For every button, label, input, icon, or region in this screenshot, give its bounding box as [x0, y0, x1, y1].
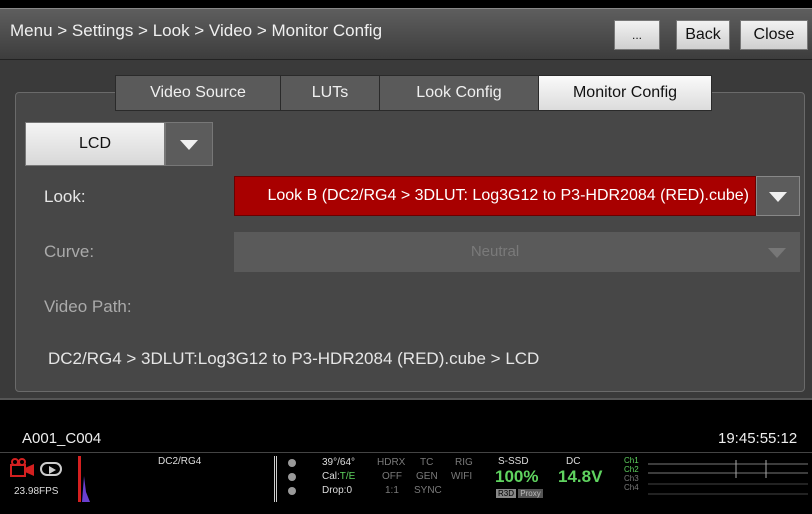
- playback-icon[interactable]: [40, 462, 62, 476]
- status-dot: [288, 487, 296, 495]
- drop-readout: Drop:0: [322, 485, 353, 496]
- tab-video-source[interactable]: Video Source: [115, 75, 281, 111]
- temp-readout: 39°/64°: [322, 457, 356, 468]
- proxy-badge: Proxy: [518, 489, 543, 498]
- status-dot: [288, 459, 296, 467]
- media-badges: R3D Proxy: [496, 489, 543, 498]
- channel-label: Ch1: [624, 456, 639, 465]
- look-label: Look:: [44, 187, 86, 206]
- divider: [274, 456, 277, 502]
- tc-label: TC: [420, 457, 434, 468]
- monitor-select[interactable]: LCD: [25, 122, 165, 166]
- audio-channels: Ch1 Ch2 Ch3 Ch4: [624, 456, 639, 492]
- cal-readout: Cal:T/E: [322, 471, 356, 482]
- divider: [0, 452, 812, 453]
- timecode: 19:45:55:12: [718, 430, 798, 447]
- tab-monitor-config[interactable]: Monitor Config: [538, 75, 712, 111]
- more-button[interactable]: ...: [614, 20, 660, 50]
- look-dropdown-button[interactable]: [756, 176, 800, 216]
- fps-readout: 23.98FPS: [14, 486, 59, 497]
- hdrx-ratio: 1:1: [385, 485, 399, 496]
- curve-select: Neutral: [234, 232, 756, 272]
- dc-value: 14.8V: [558, 467, 603, 486]
- video-path-value: DC2/RG4 > 3DLUT:Log3G12 to P3-HDR2084 (R…: [48, 349, 540, 368]
- hdrx-label: HDRX: [377, 457, 406, 468]
- close-button[interactable]: Close: [740, 20, 808, 50]
- channel-label: Ch4: [624, 483, 639, 492]
- channel-label: Ch3: [624, 474, 639, 483]
- tab-look-config[interactable]: Look Config: [379, 75, 539, 111]
- channel-label: Ch2: [624, 465, 639, 474]
- dc-label: DC: [566, 456, 581, 467]
- look-select[interactable]: Look B (DC2/RG4 > 3DLUT: Log3G12 to P3-H…: [234, 176, 756, 216]
- r3d-badge: R3D: [496, 489, 517, 498]
- back-button[interactable]: Back: [676, 20, 730, 50]
- chevron-down-icon: [769, 192, 787, 202]
- media-label: S-SSD: [498, 456, 529, 467]
- media-value: 100%: [495, 467, 539, 486]
- breadcrumb: Menu > Settings > Look > Video > Monitor…: [10, 21, 383, 40]
- sync-label: SYNC: [414, 485, 442, 496]
- hdrx-value: OFF: [382, 471, 402, 482]
- rig-label: RIG: [455, 457, 473, 468]
- wifi-label: WIFI: [451, 471, 473, 482]
- monitor-dropdown-button[interactable]: [165, 122, 213, 166]
- histogram: [76, 456, 96, 502]
- look-value: Look B (DC2/RG4 > 3DLUT: Log3G12 to P3-H…: [267, 187, 749, 204]
- curve-dropdown-button: [756, 232, 800, 272]
- record-camera-icon[interactable]: [10, 458, 36, 478]
- audio-meters: [648, 458, 808, 500]
- chevron-down-icon: [180, 140, 198, 150]
- look-name: DC2/RG4: [158, 456, 202, 467]
- gen-label: GEN: [416, 471, 438, 482]
- status-dot: [288, 473, 296, 481]
- chevron-down-icon: [768, 248, 786, 258]
- curve-label: Curve:: [44, 242, 95, 261]
- video-path-label: Video Path:: [44, 297, 132, 316]
- clip-name: A001_C004: [22, 430, 102, 447]
- tab-luts[interactable]: LUTs: [280, 75, 380, 111]
